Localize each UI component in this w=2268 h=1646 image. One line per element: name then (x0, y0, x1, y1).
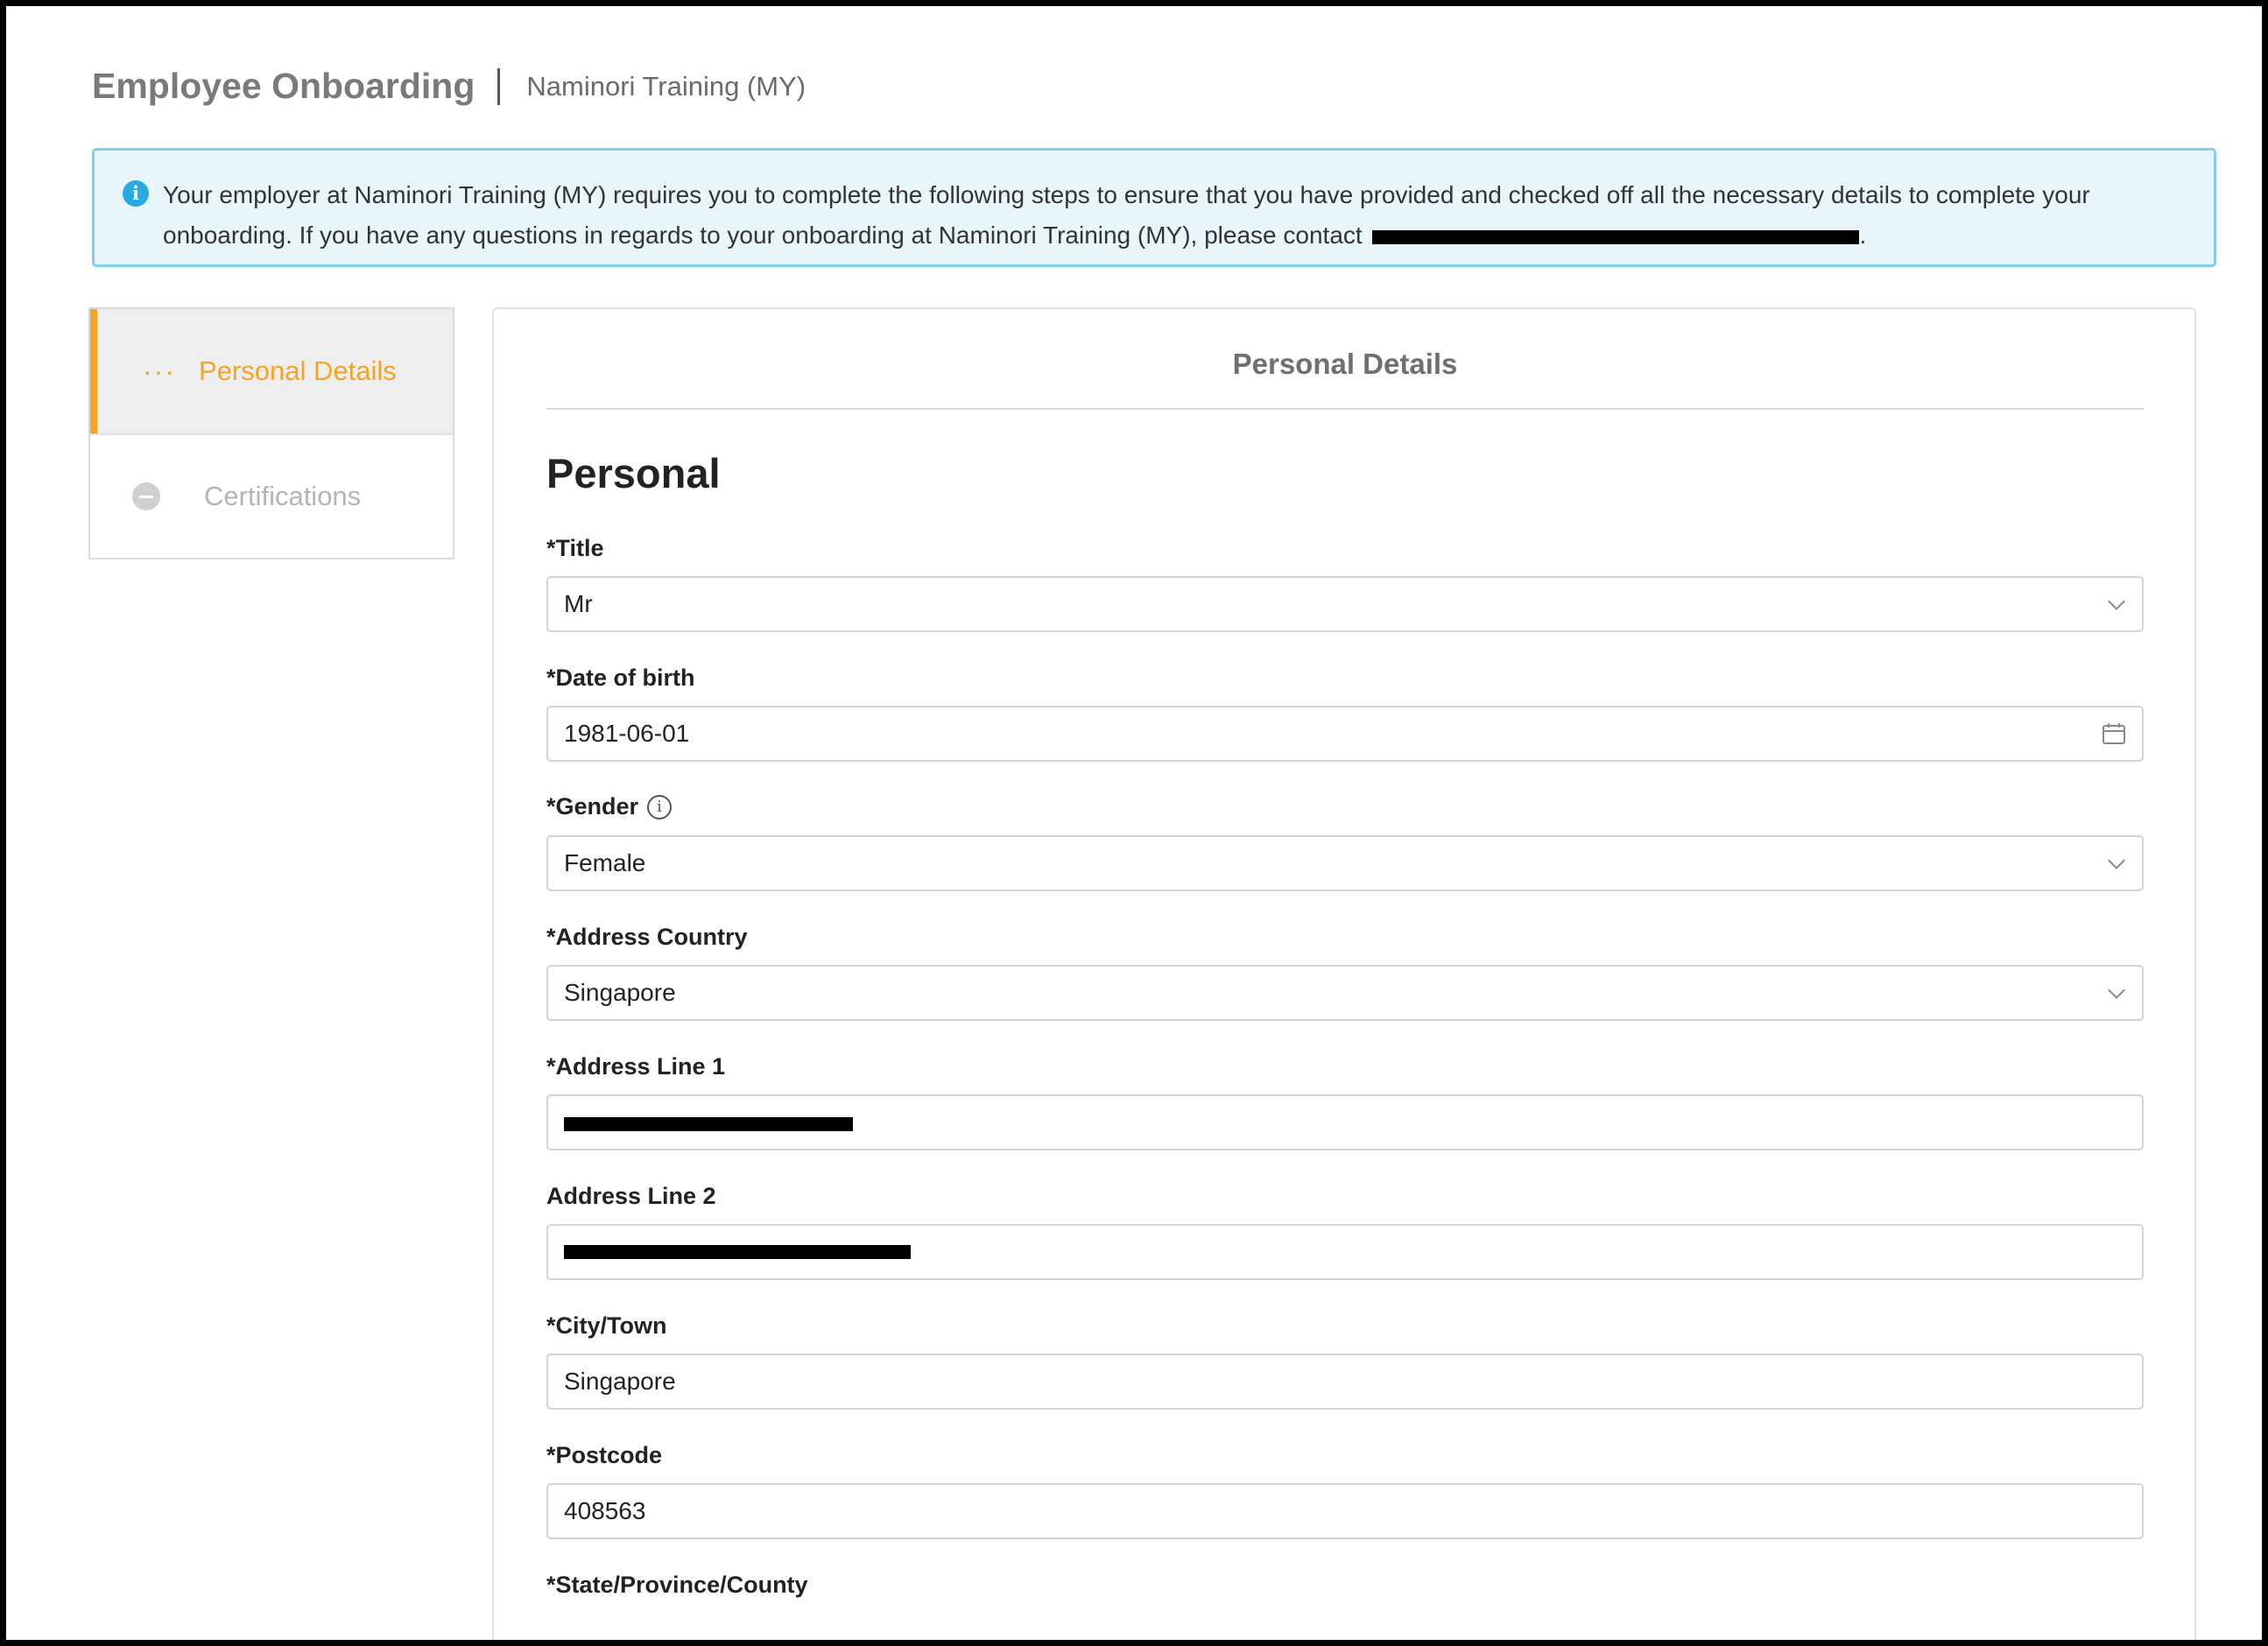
chevron-down-icon (2108, 981, 2125, 999)
redacted-address-line-1 (564, 1117, 853, 1131)
title-select-value: Mr (564, 590, 593, 617)
postcode-label: *Postcode (546, 1442, 662, 1469)
title-label-text: *Title (546, 535, 604, 561)
gender-label-text: *Gender (546, 793, 639, 819)
personal-details-card: Personal Details Personal *Title Mr *Dat… (492, 307, 2196, 1640)
page-header: Employee Onboarding Naminori Training (M… (92, 66, 806, 107)
organization-name: Naminori Training (MY) (526, 70, 806, 102)
postcode-input[interactable]: 408563 (546, 1483, 2144, 1539)
chevron-down-icon (2108, 593, 2125, 610)
state-label-text: *State/Province/County (546, 1572, 808, 1598)
state-label: *State/Province/County (546, 1572, 808, 1599)
address-line-2-label: Address Line 2 (546, 1183, 716, 1210)
address-line-1-label: *Address Line 1 (546, 1053, 725, 1080)
gender-select-value: Female (564, 849, 646, 876)
city-label-text: *City/Town (546, 1312, 667, 1339)
address-country-label-text: *Address Country (546, 924, 748, 950)
header-divider (497, 67, 501, 105)
info-banner: i Your employer at Naminori Training (MY… (92, 148, 2216, 267)
address-country-label: *Address Country (546, 924, 748, 951)
date-of-birth-field[interactable]: 1981-06-01 (546, 706, 2144, 762)
postcode-label-text: *Postcode (546, 1442, 663, 1468)
nav-item-personal-details[interactable]: ··· Personal Details (90, 309, 453, 433)
city-value: Singapore (564, 1368, 676, 1395)
onboarding-steps-nav: ··· Personal Details Certifications (88, 307, 454, 559)
info-circle-icon[interactable]: i (647, 794, 673, 819)
city-input[interactable]: Singapore (546, 1354, 2144, 1410)
card-divider (546, 408, 2144, 410)
gender-label: *Gender i (546, 793, 673, 820)
dob-label: *Date of birth (546, 665, 695, 692)
app-title: Employee Onboarding (92, 66, 475, 106)
address-country-value: Singapore (564, 979, 676, 1006)
info-icon: i (123, 180, 149, 207)
nav-item-certifications[interactable]: Certifications (90, 433, 453, 558)
ellipsis-icon: ··· (143, 355, 176, 387)
calendar-icon[interactable] (2102, 721, 2126, 746)
dob-label-text: *Date of birth (546, 665, 695, 691)
address-line-2-input[interactable] (546, 1224, 2144, 1280)
card-title: Personal Details (1232, 348, 1458, 380)
banner-end: . (1859, 222, 1867, 249)
gender-select[interactable]: Female (546, 835, 2144, 891)
minus-circle-icon (132, 482, 160, 510)
address-line-1-input[interactable] (546, 1094, 2144, 1150)
redacted-address-line-2 (564, 1245, 911, 1259)
nav-item-label: Personal Details (199, 355, 397, 386)
redacted-email (1372, 229, 1860, 244)
chevron-down-icon (2108, 852, 2125, 869)
postcode-value: 408563 (564, 1497, 646, 1524)
title-label: *Title (546, 535, 604, 562)
contact-email-link[interactable] (1369, 222, 1860, 249)
nav-item-label: Certifications (204, 481, 362, 511)
date-of-birth-value: 1981-06-01 (564, 720, 690, 747)
title-select[interactable]: Mr (546, 576, 2144, 632)
address-line-1-label-text: *Address Line 1 (546, 1053, 726, 1080)
page: Employee Onboarding Naminori Training (M… (6, 6, 2262, 1640)
city-label: *City/Town (546, 1312, 667, 1340)
address-country-select[interactable]: Singapore (546, 965, 2144, 1021)
address-line-2-label-text: Address Line 2 (546, 1183, 716, 1209)
section-heading: Personal (546, 450, 721, 496)
